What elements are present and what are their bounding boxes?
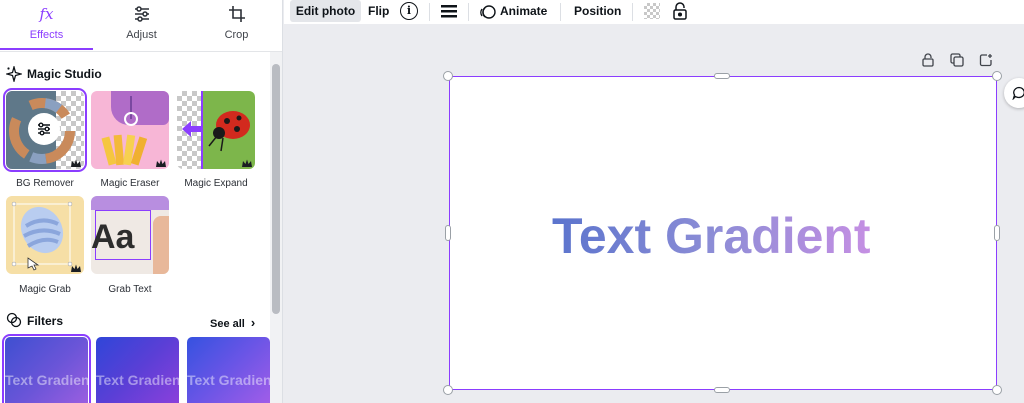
- grab-text-label: Grab Text: [108, 284, 152, 295]
- adjust-icon: [28, 113, 60, 145]
- tab-crop-label: Crop: [224, 29, 249, 41]
- animate-button[interactable]: Animate: [480, 0, 547, 22]
- magic-eraser-label: Magic Eraser: [100, 178, 160, 189]
- resize-handle-top-right[interactable]: [992, 71, 1002, 81]
- chevron-right-icon: ›: [250, 315, 256, 330]
- see-all-label: See all: [210, 318, 245, 330]
- resize-handle-left[interactable]: [445, 225, 451, 241]
- gradient-text-element[interactable]: Text Gradient: [552, 206, 871, 266]
- resize-handle-top-left[interactable]: [443, 71, 453, 81]
- filter-preview-text: Text Gradient: [96, 372, 179, 388]
- fx-icon: fx: [39, 5, 54, 23]
- tab-crop[interactable]: Crop: [190, 0, 282, 52]
- crown-icon: [71, 159, 81, 167]
- resize-handle-bottom-right[interactable]: [992, 385, 1002, 395]
- spacing-icon[interactable]: [441, 3, 457, 19]
- position-button[interactable]: Position: [574, 0, 621, 22]
- filters-icon: [6, 312, 22, 333]
- panel-tabs: fx Effects Adjust Crop: [0, 0, 282, 52]
- magic-grab-label: Magic Grab: [19, 284, 71, 295]
- transparency-icon[interactable]: [644, 3, 660, 19]
- crown-icon: [156, 159, 166, 167]
- filter-preview-text: Text Gradient: [187, 372, 270, 388]
- comment-button[interactable]: [1004, 78, 1024, 108]
- resize-handle-bottom-left[interactable]: [443, 385, 453, 395]
- panel-scrollbar-thumb[interactable]: [272, 64, 280, 314]
- animate-label: Animate: [500, 4, 548, 18]
- effects-panel: fx Effects Adjust Crop Magic Studio BG R…: [0, 0, 283, 403]
- toolbar-divider: [468, 3, 469, 21]
- info-glyph: i: [406, 4, 412, 17]
- lock-icon[interactable]: [672, 2, 688, 20]
- bg-remover-label: BG Remover: [16, 178, 74, 189]
- crown-icon: [71, 264, 81, 272]
- flip-button[interactable]: Flip: [368, 0, 389, 22]
- add-page-icon[interactable]: [979, 53, 993, 67]
- grab-text-tile[interactable]: Aa: [91, 196, 169, 274]
- bg-remover-tile[interactable]: [3, 88, 87, 172]
- comment-icon: [1012, 86, 1024, 100]
- top-toolbar: Edit photo Flip i Animate Position: [284, 0, 1024, 24]
- tab-effects[interactable]: fx Effects: [0, 0, 93, 52]
- crop-icon: [227, 4, 247, 24]
- see-all-link[interactable]: See all ›: [210, 315, 255, 330]
- magic-grab-tile[interactable]: [6, 196, 84, 274]
- magic-eraser-tile[interactable]: [91, 91, 169, 169]
- toolbar-divider: [560, 3, 561, 21]
- toolbar-divider: [429, 3, 430, 21]
- position-label: Position: [574, 4, 622, 18]
- tab-adjust-label: Adjust: [126, 29, 157, 41]
- crown-icon: [242, 159, 252, 167]
- magic-studio-title: Magic Studio: [27, 67, 102, 81]
- grab-text-sample: Aa: [91, 218, 135, 256]
- resize-handle-bottom[interactable]: [714, 387, 730, 393]
- filters-title: Filters: [27, 314, 64, 328]
- animate-icon: [480, 4, 496, 20]
- active-tab-indicator: [0, 48, 93, 50]
- sliders-icon: [132, 4, 152, 24]
- filter-card-1[interactable]: Text Gradient: [2, 334, 91, 403]
- filter-card-2[interactable]: Text Gradient: [96, 337, 179, 403]
- info-icon[interactable]: i: [400, 2, 418, 20]
- toolbar-divider: [632, 3, 633, 21]
- magic-expand-label: Magic Expand: [184, 178, 248, 189]
- flip-label: Flip: [368, 4, 390, 18]
- filter-card-3[interactable]: Text Gradient: [187, 337, 270, 403]
- lock-page-icon[interactable]: [921, 53, 935, 67]
- sparkle-icon: [4, 64, 24, 87]
- resize-handle-right[interactable]: [994, 225, 1000, 241]
- tab-adjust[interactable]: Adjust: [93, 0, 190, 52]
- magic-expand-tile[interactable]: [177, 91, 255, 169]
- duplicate-page-icon[interactable]: [950, 53, 964, 67]
- tab-effects-label: Effects: [29, 29, 64, 41]
- resize-handle-top[interactable]: [714, 73, 730, 79]
- edit-photo-button[interactable]: Edit photo: [290, 0, 361, 22]
- edit-photo-label: Edit photo: [295, 4, 356, 18]
- filter-preview-text: Text Gradient: [5, 372, 88, 388]
